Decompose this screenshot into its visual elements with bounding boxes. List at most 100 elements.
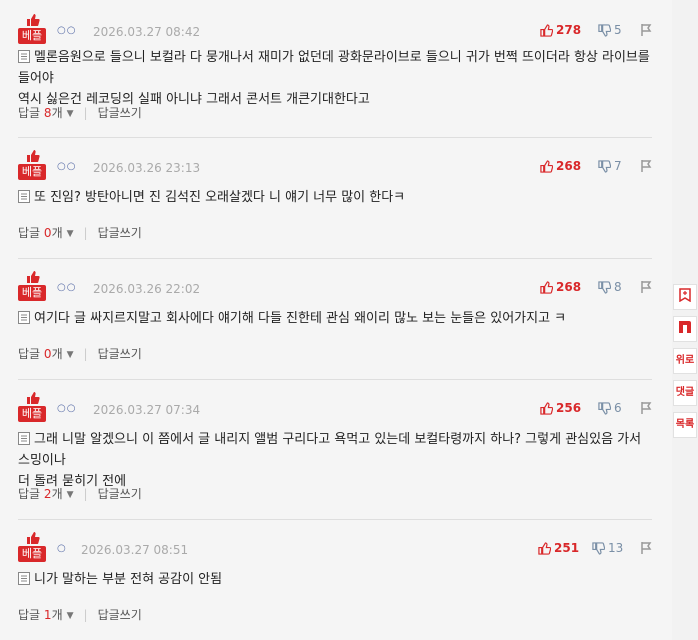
- chevron-down-icon: ▼: [66, 109, 74, 119]
- dislike-button[interactable]: 5: [598, 23, 622, 37]
- chevron-down-icon: ▼: [66, 611, 74, 621]
- nickname: ○○: [57, 403, 77, 414]
- comment-text-line: 멜론음원으로 들으니 보컬라 다 뭉개나서 재미가 없던데 광화문라이브로 들으…: [18, 50, 650, 86]
- reply-count: 2: [43, 487, 52, 501]
- reply-row: 답글 1개 ▼ | 답글쓰기: [18, 606, 142, 623]
- comment-text-line: 니가 말하는 부분 전혀 공감이 안됨: [34, 572, 223, 587]
- reply-label: 답글: [18, 106, 41, 120]
- separator: |: [83, 608, 88, 622]
- document-icon: [18, 432, 30, 445]
- reply-count: 0: [43, 347, 52, 361]
- comment-date: 2026.03.26 22:02: [93, 282, 201, 296]
- reply-label: 답글: [18, 608, 41, 622]
- document-icon: [18, 572, 30, 585]
- divider: [18, 137, 652, 138]
- report-icon[interactable]: [640, 541, 652, 555]
- divider: [18, 519, 652, 520]
- comments-button[interactable]: 댓글: [673, 380, 697, 406]
- comment-text-line: 그래 니말 알겠으니 이 쯤에서 글 내리지 앨범 구리다고 욕먹고 있는데 보…: [18, 432, 642, 468]
- reply-toggle[interactable]: 답글 8개 ▼: [18, 106, 74, 120]
- dislike-button[interactable]: 6: [598, 401, 622, 415]
- reply-count-unit: 개: [51, 487, 63, 501]
- reply-count-unit: 개: [51, 347, 63, 361]
- reply-count-unit: 개: [51, 226, 63, 240]
- like-count: 268: [556, 280, 582, 294]
- comment-body: 니가 말하는 부분 전혀 공감이 안됨: [18, 569, 652, 590]
- comment-item: 베플 ○ 2026.03.27 08:51 251 13 니가 말하는 부분 전…: [0, 519, 672, 640]
- report-icon[interactable]: [640, 401, 652, 415]
- comment-body: 또 진임? 방탄아니면 진 김석진 오래살겠다 니 얘기 너무 많이 한다ㅋ: [18, 187, 652, 208]
- comment-item: 베플 ○○ 2026.03.26 23:13 268 7 또 진임? 방탄아니면…: [0, 137, 672, 258]
- thumbs-up-icon: [538, 542, 552, 555]
- thumbs-up-icon: [27, 532, 40, 544]
- best-badge: 베플: [18, 531, 48, 564]
- reply-label: 답글: [18, 226, 41, 240]
- write-reply-link[interactable]: 답글쓰기: [98, 487, 142, 501]
- bookmark-button[interactable]: [673, 284, 697, 310]
- comment-body: 여기다 글 싸지르지말고 회사에다 얘기해 다들 진한테 관심 왜이리 많노 보…: [18, 308, 652, 329]
- comment-date: 2026.03.26 23:13: [93, 161, 201, 175]
- reply-count-unit: 개: [51, 608, 63, 622]
- like-count: 251: [554, 541, 580, 555]
- best-label: 베플: [18, 546, 46, 562]
- nickname: ○○: [57, 25, 77, 36]
- chevron-down-icon: ▼: [66, 350, 74, 360]
- comment-text-line: 또 진임? 방탄아니면 진 김석진 오래살겠다 니 얘기 너무 많이 한다ㅋ: [34, 190, 406, 205]
- reply-row: 답글 0개 ▼ | 답글쓰기: [18, 224, 142, 241]
- thumbs-down-icon: [598, 402, 612, 415]
- like-count: 268: [556, 159, 582, 173]
- reply-toggle[interactable]: 답글 0개 ▼: [18, 226, 74, 240]
- thumbs-up-icon: [27, 14, 40, 26]
- comment-body: 멜론음원으로 들으니 보컬라 다 뭉개나서 재미가 없던데 광화문라이브로 들으…: [18, 47, 652, 110]
- n-logo-button[interactable]: [673, 316, 697, 342]
- reply-toggle[interactable]: 답글 2개 ▼: [18, 487, 74, 501]
- list-button[interactable]: 목록: [673, 412, 697, 438]
- like-button[interactable]: 251: [538, 541, 579, 555]
- thumbs-up-icon: [540, 160, 554, 173]
- separator: |: [83, 487, 88, 501]
- reply-toggle[interactable]: 답글 1개 ▼: [18, 608, 74, 622]
- dislike-button[interactable]: 13: [592, 541, 623, 555]
- up-button[interactable]: 위로: [673, 348, 697, 374]
- divider: [18, 379, 652, 380]
- like-count: 256: [556, 401, 582, 415]
- separator: |: [83, 347, 88, 361]
- thumbs-up-icon: [27, 392, 40, 404]
- comment-item: 베플 ○○ 2026.03.27 07:34 256 6 그래 니말 알겠으니 …: [0, 379, 672, 519]
- best-label: 베플: [18, 406, 46, 422]
- document-icon: [18, 50, 30, 63]
- n-logo-icon: [679, 321, 691, 333]
- thumbs-down-icon: [598, 24, 612, 37]
- comment-item: 베플 ○○ 2026.03.26 22:02 268 8 여기다 글 싸지르지말…: [0, 258, 672, 379]
- thumbs-down-icon: [592, 542, 606, 555]
- separator: |: [83, 106, 88, 120]
- nickname: ○○: [57, 161, 77, 172]
- like-button[interactable]: 268: [540, 159, 581, 173]
- nickname: ○: [57, 543, 67, 554]
- write-reply-link[interactable]: 답글쓰기: [98, 226, 142, 240]
- comment-list: 베플 ○○ 2026.03.27 08:42 278 5 멜론음원으로 들으니 …: [0, 0, 672, 640]
- dislike-button[interactable]: 8: [598, 280, 622, 294]
- report-icon[interactable]: [640, 280, 652, 294]
- report-icon[interactable]: [640, 23, 652, 37]
- write-reply-link[interactable]: 답글쓰기: [98, 347, 142, 361]
- dislike-button[interactable]: 7: [598, 159, 622, 173]
- report-icon[interactable]: [640, 159, 652, 173]
- like-button[interactable]: 278: [540, 23, 581, 37]
- comment-date: 2026.03.27 08:51: [81, 543, 189, 557]
- reply-toggle[interactable]: 답글 0개 ▼: [18, 347, 74, 361]
- best-label: 베플: [18, 285, 46, 301]
- like-button[interactable]: 268: [540, 280, 581, 294]
- thumbs-down-icon: [598, 281, 612, 294]
- best-badge: 베플: [18, 270, 48, 303]
- separator: |: [83, 226, 88, 240]
- like-button[interactable]: 256: [540, 401, 581, 415]
- best-label: 베플: [18, 28, 46, 44]
- dislike-count: 13: [608, 541, 624, 555]
- thumbs-up-icon: [540, 402, 554, 415]
- comment-body: 그래 니말 알겠으니 이 쯤에서 글 내리지 앨범 구리다고 욕먹고 있는데 보…: [18, 429, 652, 492]
- write-reply-link[interactable]: 답글쓰기: [98, 608, 142, 622]
- reply-label: 답글: [18, 347, 41, 361]
- write-reply-link[interactable]: 답글쓰기: [98, 106, 142, 120]
- reply-label: 답글: [18, 487, 41, 501]
